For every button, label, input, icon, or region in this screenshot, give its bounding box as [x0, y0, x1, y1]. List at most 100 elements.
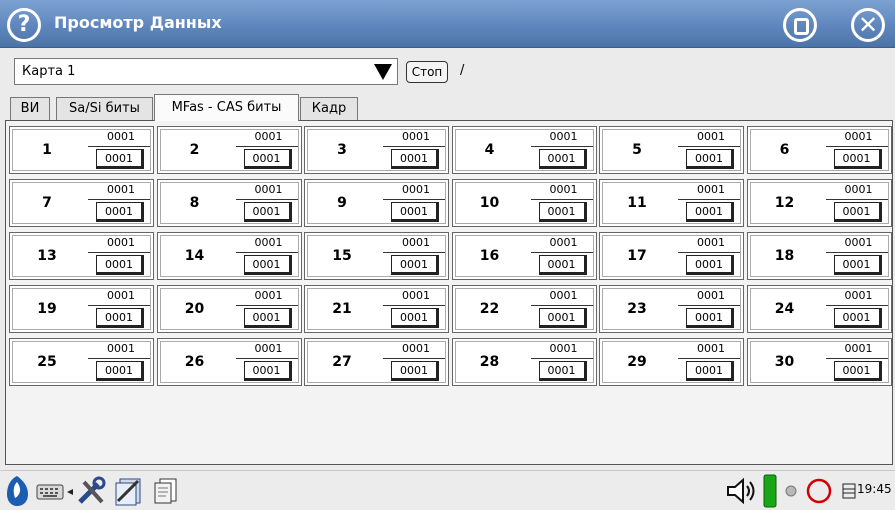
channel-cell: 15 0001 0001: [304, 232, 449, 280]
rx-bits-field[interactable]: 0001: [833, 308, 882, 328]
divider: [678, 305, 740, 306]
tab-mfas-cas-bits[interactable]: MFas - CAS биты: [154, 94, 299, 121]
rx-bits-field[interactable]: 0001: [538, 202, 587, 222]
divider: [530, 358, 593, 359]
divider: [383, 358, 445, 359]
tools-icon[interactable]: [76, 476, 108, 506]
rx-bits-field[interactable]: 0001: [391, 149, 439, 169]
rx-bits-field[interactable]: 0001: [538, 149, 587, 169]
channel-number: 11: [627, 195, 647, 211]
divider: [235, 305, 298, 306]
channel-number: 26: [184, 354, 205, 370]
source-dropdown[interactable]: Карта 1: [14, 58, 398, 85]
stop-icon[interactable]: [783, 8, 817, 42]
files-icon[interactable]: [112, 475, 146, 507]
rx-bits-field[interactable]: 0001: [391, 255, 439, 275]
divider: [678, 358, 740, 359]
rx-bits-field[interactable]: 0001: [96, 255, 144, 275]
rx-bits-field[interactable]: 0001: [96, 361, 144, 381]
tab-frame[interactable]: Кадр: [300, 97, 358, 120]
tx-bits-value: 0001: [254, 236, 283, 249]
channel-number: 12: [774, 195, 795, 211]
divider: [88, 305, 150, 306]
divider: [825, 305, 888, 306]
rx-bits-field[interactable]: 0001: [833, 361, 882, 381]
speaker-icon[interactable]: [726, 477, 758, 505]
divider: [88, 199, 150, 200]
rx-bits-field[interactable]: 0001: [391, 361, 439, 381]
tx-bits-value: 0001: [549, 236, 578, 249]
close-icon[interactable]: ✕: [851, 8, 885, 42]
channel-cell: 25 0001 0001: [9, 338, 154, 386]
channel-cell: 17 0001 0001: [599, 232, 744, 280]
divider: [825, 358, 888, 359]
channel-number: 28: [479, 354, 500, 370]
rx-bits-field[interactable]: 0001: [686, 255, 734, 275]
tab-sa-si-bits[interactable]: Sa/Si биты: [56, 97, 153, 120]
tx-bits-value: 0001: [402, 289, 430, 302]
tx-bits-value: 0001: [254, 289, 283, 302]
tx-bits-value: 0001: [549, 342, 578, 355]
channel-number: 24: [774, 301, 795, 317]
rx-bits-field[interactable]: 0001: [686, 361, 734, 381]
tx-bits-value: 0001: [254, 342, 283, 355]
rx-bits-field[interactable]: 0001: [243, 255, 292, 275]
divider: [383, 305, 445, 306]
cas-bits-panel: 1 0001 0001 2 0001 0001 3 0001 0001 4 0001 0001 5 000…: [5, 120, 893, 465]
dropdown-arrow-icon[interactable]: [374, 64, 392, 80]
stop-button[interactable]: Стоп: [406, 61, 448, 83]
rx-bits-field[interactable]: 0001: [391, 202, 439, 222]
rx-bits-field[interactable]: 0001: [391, 308, 439, 328]
tx-bits-value: 0001: [107, 130, 135, 143]
rx-bits-field[interactable]: 0001: [243, 202, 292, 222]
rx-bits-field[interactable]: 0001: [243, 361, 292, 381]
divider: [383, 252, 445, 253]
channel-number: 8: [189, 195, 200, 211]
divider: [383, 199, 445, 200]
tx-bits-value: 0001: [402, 342, 430, 355]
channel-number: 9: [337, 195, 347, 211]
rx-bits-field[interactable]: 0001: [686, 202, 734, 222]
channel-cell: 7 0001 0001: [9, 179, 154, 227]
rx-bits-field[interactable]: 0001: [96, 149, 144, 169]
rx-bits-field[interactable]: 0001: [833, 149, 882, 169]
divider: [235, 199, 298, 200]
channel-cell: 24 0001 0001: [746, 285, 892, 333]
rx-bits-field[interactable]: 0001: [538, 255, 587, 275]
channel-cell: 1 0001 0001: [9, 126, 154, 174]
status-text: /: [460, 63, 465, 78]
tx-bits-value: 0001: [844, 183, 873, 196]
documents-icon[interactable]: [150, 476, 180, 506]
divider: [530, 146, 593, 147]
rx-bits-field[interactable]: 0001: [833, 255, 882, 275]
rx-bits-field[interactable]: 0001: [538, 308, 587, 328]
rx-bits-field[interactable]: 0001: [96, 202, 144, 222]
rx-bits-field[interactable]: 0001: [96, 308, 144, 328]
channel-number: 16: [479, 248, 500, 264]
channel-cell: 12 0001 0001: [746, 179, 892, 227]
channel-number: 4: [484, 142, 495, 158]
rx-bits-field[interactable]: 0001: [833, 202, 882, 222]
channel-cell: 16 0001 0001: [451, 232, 597, 280]
channel-number: 27: [332, 354, 352, 370]
record-icon[interactable]: [805, 477, 833, 505]
tab-vi[interactable]: ВИ: [10, 97, 50, 120]
menu-icon[interactable]: [842, 483, 856, 499]
arrow-icon[interactable]: [66, 488, 74, 496]
channel-number: 14: [184, 248, 205, 264]
keyboard-icon[interactable]: [36, 484, 64, 500]
tx-bits-value: 0001: [697, 289, 725, 302]
rx-bits-field[interactable]: 0001: [538, 361, 587, 381]
channel-cell: 26 0001 0001: [156, 338, 302, 386]
rx-bits-field[interactable]: 0001: [686, 149, 734, 169]
rx-bits-field[interactable]: 0001: [686, 308, 734, 328]
rx-bits-field[interactable]: 0001: [243, 308, 292, 328]
divider: [678, 199, 740, 200]
rx-bits-field[interactable]: 0001: [243, 149, 292, 169]
start-icon[interactable]: [4, 474, 30, 508]
tx-bits-value: 0001: [844, 236, 873, 249]
channel-number: 2: [189, 142, 200, 158]
help-icon[interactable]: ?: [7, 8, 41, 42]
tx-bits-value: 0001: [844, 342, 873, 355]
channel-number: 6: [779, 142, 790, 158]
